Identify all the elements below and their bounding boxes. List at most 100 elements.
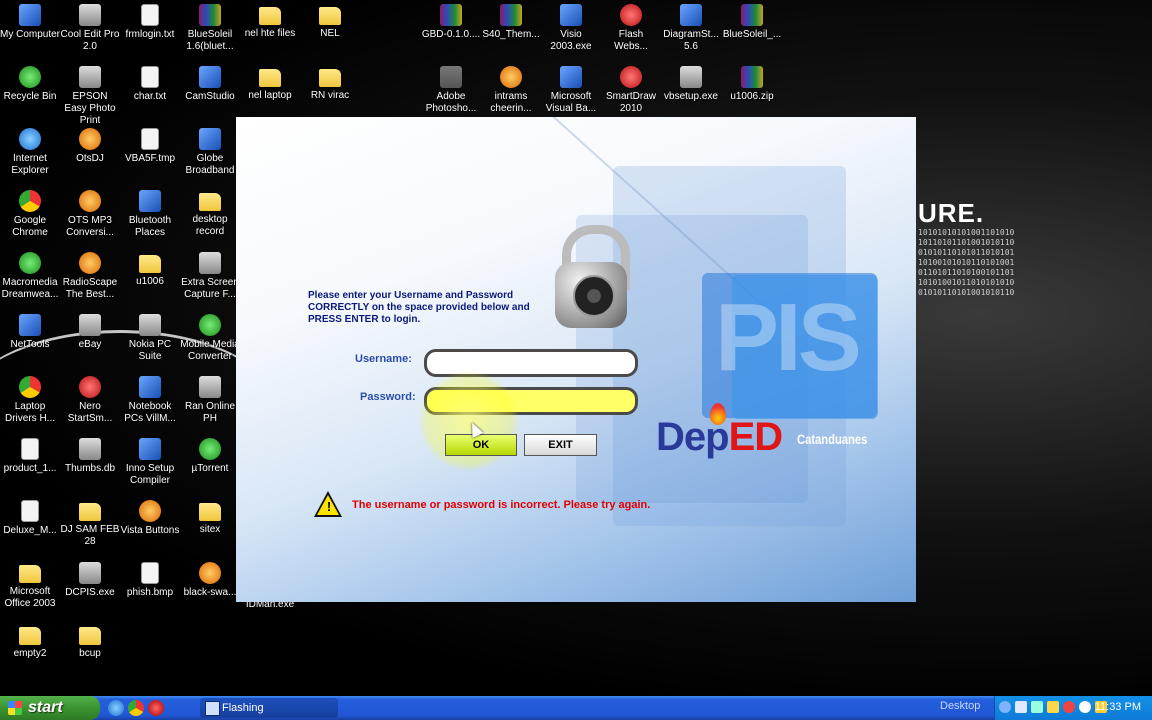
desktop-icon[interactable]: product_1...: [0, 436, 60, 475]
desktop-icon[interactable]: Microsoft Visual Ba...: [541, 64, 601, 115]
start-label: start: [28, 699, 63, 716]
desktop-icon[interactable]: desktop record: [180, 188, 240, 238]
desktop-icon[interactable]: Flash Webs...: [601, 2, 661, 53]
desktop-icon[interactable]: Inno Setup Compiler: [120, 436, 180, 487]
desktop-icon[interactable]: char.txt: [120, 64, 180, 103]
security-icon[interactable]: [1079, 701, 1091, 713]
desktop-icon[interactable]: BlueSoleil 1.6(bluet...: [180, 2, 240, 53]
desktop-icon[interactable]: black-swa...: [180, 560, 240, 599]
desktop-icon[interactable]: Bluetooth Places: [120, 188, 180, 239]
network-icon[interactable]: [1031, 701, 1043, 713]
folder-icon: [199, 193, 221, 211]
desktop-icon[interactable]: Macromedia Dreamwea...: [0, 250, 60, 301]
winrar-icon: [440, 4, 462, 26]
desktop-icon[interactable]: sitex: [180, 498, 240, 536]
ran-online-icon: [199, 376, 221, 398]
desktop-icon[interactable]: Thumbs.db: [60, 436, 120, 475]
desktop-icon-label: Microsoft Office 2003: [4, 586, 56, 609]
internet-explorer-icon[interactable]: [108, 700, 124, 716]
desktop-icon[interactable]: phish.bmp: [120, 560, 180, 599]
desktop-icon[interactable]: Adobe Photosho...: [421, 64, 481, 115]
desktop-icon[interactable]: nel hte files: [240, 2, 300, 40]
ok-button[interactable]: OK: [445, 434, 517, 456]
desktop-icon[interactable]: OtsDJ: [60, 126, 120, 165]
bluetooth-icon[interactable]: [999, 701, 1011, 713]
file-icon: [141, 128, 159, 150]
desktop-icon[interactable]: bcup: [60, 622, 120, 660]
password-input[interactable]: [424, 387, 638, 415]
internet-explorer-icon: [19, 128, 41, 150]
desktop-icon-label: RadioScape The Best...: [62, 277, 118, 300]
desktop-icon-label: µTorrent: [191, 463, 229, 474]
desktop-icon[interactable]: Recycle Bin: [0, 64, 60, 103]
desktop-icon[interactable]: eBay: [60, 312, 120, 351]
ebay-icon: [79, 314, 101, 336]
globe-icon: [199, 128, 221, 150]
desktop-icon[interactable]: µTorrent: [180, 436, 240, 475]
text-file-icon: [141, 66, 159, 88]
desktop-icon[interactable]: RadioScape The Best...: [60, 250, 120, 301]
taskbar-item-flashing[interactable]: Flashing: [200, 698, 338, 718]
deped-logo-dep: Dep: [656, 415, 730, 459]
desktop-icon[interactable]: Cool Edit Pro 2.0: [60, 2, 120, 53]
recycle-bin-icon: [19, 66, 41, 88]
desktop-icon[interactable]: u1006.zip: [722, 64, 782, 103]
media-icon[interactable]: [148, 700, 164, 716]
desktop-icon-label: Laptop Drivers H...: [5, 401, 55, 424]
desktop-icon[interactable]: NEL: [300, 2, 360, 40]
desktop-icon[interactable]: DCPIS.exe: [60, 560, 120, 599]
desktop-icon-label: black-swa...: [183, 587, 237, 598]
desktop-icon[interactable]: SmartDraw 2010: [601, 64, 661, 115]
desktop-icon-label: BlueSoleil_...: [722, 29, 782, 40]
volume-icon[interactable]: [1047, 701, 1059, 713]
desktop-icon-label: SmartDraw 2010: [605, 91, 656, 114]
desktop-icon[interactable]: EPSON Easy Photo Print: [60, 64, 120, 127]
desktop-icon[interactable]: CamStudio: [180, 64, 240, 103]
start-button[interactable]: start: [0, 696, 100, 720]
desktop-icon-label: product_1...: [3, 463, 57, 474]
desktop-icon[interactable]: Visio 2003.exe: [541, 2, 601, 53]
desktop-toolbar-label[interactable]: Desktop: [940, 700, 980, 712]
antivirus-icon[interactable]: [1063, 701, 1075, 713]
desktop-icon[interactable]: Notebook PCs VillM...: [120, 374, 180, 425]
desktop-icon[interactable]: u1006: [120, 250, 180, 288]
desktop-icon[interactable]: Extra Screen Capture F...: [180, 250, 240, 301]
desktop-icon[interactable]: VBA5F.tmp: [120, 126, 180, 165]
diagram-icon: [680, 4, 702, 26]
desktop-icon[interactable]: S40_Them...: [481, 2, 541, 41]
desktop-icon[interactable]: Microsoft Office 2003: [0, 560, 60, 610]
desktop-icon[interactable]: OTS MP3 Conversi...: [60, 188, 120, 239]
text-file-icon: [141, 4, 159, 26]
desktop-icon[interactable]: Nero StartSm...: [60, 374, 120, 425]
desktop-icon-label: empty2: [13, 648, 47, 659]
epson-icon: [79, 66, 101, 88]
desktop-icon[interactable]: Globe Broadband: [180, 126, 240, 177]
chrome-icon[interactable]: [128, 700, 144, 716]
username-label: Username:: [355, 353, 412, 365]
desktop-icon[interactable]: Internet Explorer: [0, 126, 60, 177]
desktop-icon[interactable]: Nokia PC Suite: [120, 312, 180, 363]
desktop-icon[interactable]: Deluxe_M...: [0, 498, 60, 537]
desktop-icon[interactable]: Vista Buttons: [120, 498, 180, 537]
username-input[interactable]: [424, 349, 638, 377]
desktop-icon[interactable]: vbsetup.exe: [661, 64, 721, 103]
desktop-icon[interactable]: Google Chrome: [0, 188, 60, 239]
desktop-icon[interactable]: nel laptop: [240, 64, 300, 102]
desktop-icon[interactable]: RN virac: [300, 64, 360, 102]
desktop-icon[interactable]: Mobile Media Converter: [180, 312, 240, 363]
desktop-icon-label: desktop record: [192, 214, 228, 237]
desktop-icon[interactable]: BlueSoleil_...: [722, 2, 782, 41]
desktop-icon[interactable]: NetTools: [0, 312, 60, 351]
desktop-icon[interactable]: DiagramSt... 5.6: [661, 2, 721, 53]
folder-icon: [19, 627, 41, 645]
desktop-icon[interactable]: intrams cheerin...: [481, 64, 541, 115]
desktop-icon[interactable]: empty2: [0, 622, 60, 660]
desktop-icon[interactable]: Ran Online PH: [180, 374, 240, 425]
exit-button[interactable]: EXIT: [524, 434, 597, 456]
desktop-icon[interactable]: GBD-0.1.0....: [421, 2, 481, 41]
desktop-icon[interactable]: frmlogin.txt: [120, 2, 180, 41]
display-icon[interactable]: [1015, 701, 1027, 713]
desktop-icon[interactable]: DJ SAM FEB 28: [60, 498, 120, 548]
desktop-icon[interactable]: Laptop Drivers H...: [0, 374, 60, 425]
desktop-icon[interactable]: My Computer: [0, 2, 60, 41]
